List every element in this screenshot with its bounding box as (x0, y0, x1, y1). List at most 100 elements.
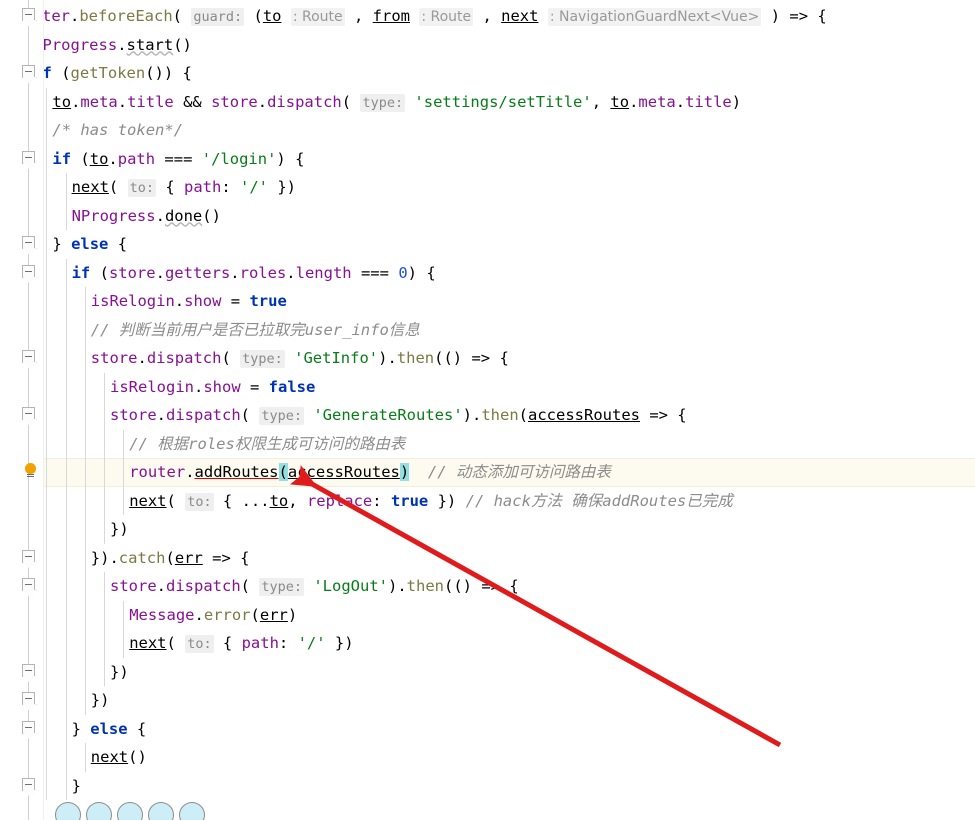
code-line[interactable]: isRelogin.show = true (91, 287, 287, 316)
fold-marker-icon[interactable] (22, 720, 35, 734)
code-token: err (259, 605, 288, 624)
code-line[interactable]: }).catch(err => { (91, 544, 250, 573)
code-line[interactable]: /* has token*/ (52, 116, 183, 145)
code-line[interactable]: }) (110, 515, 129, 544)
fold-marker-icon[interactable] (22, 663, 35, 677)
code-token: meta (80, 92, 118, 111)
code-token: '/login' (201, 149, 277, 168)
code-token: } (52, 235, 72, 253)
code-line[interactable]: NProgress.start() (33, 31, 192, 60)
fold-marker-icon[interactable] (22, 692, 35, 705)
code-token: (() => { (434, 349, 509, 367)
fold-minus-icon (25, 726, 32, 728)
code-token: then (481, 406, 519, 424)
code-line[interactable]: store.dispatch( type: 'LogOut').then(() … (110, 572, 519, 601)
code-token: path (241, 634, 279, 652)
code-line[interactable]: if (to.path === '/login') { (52, 145, 304, 174)
code-token: }) (90, 691, 110, 709)
code-token: dispatch (146, 349, 222, 367)
code-line[interactable]: } else { (52, 230, 127, 259)
code-token: // hack方法 确保addRoutes已完成 (465, 491, 733, 510)
code-token: . (117, 92, 128, 111)
code-text-layer[interactable]: router.beforeEach( guard: (to : Route , … (0, 0, 975, 820)
fold-marker-icon[interactable] (22, 407, 35, 420)
code-token: . (194, 605, 204, 624)
code-token: Message (129, 605, 195, 624)
code-token: }) (325, 634, 354, 652)
code-line[interactable]: router.addRoutes(accessRoutes) // 动态添加可访… (129, 458, 611, 487)
code-token: ). (462, 406, 482, 424)
code-token: // 根据roles权限生成可访问的路由表 (129, 434, 406, 453)
code-token: ( (166, 634, 176, 652)
code-token: meta (638, 92, 676, 111)
fold-marker-icon[interactable] (22, 236, 35, 249)
code-token: ( (166, 491, 176, 510)
code-editor[interactable]: router.beforeEach( guard: (to : Route , … (0, 0, 975, 820)
bulb-base (27, 476, 34, 477)
fold-marker-icon[interactable] (22, 8, 35, 21)
code-line[interactable]: next() (91, 743, 147, 772)
code-token: () (128, 748, 147, 766)
code-token: err (174, 548, 203, 567)
code-token: . (257, 92, 268, 111)
code-line[interactable]: } else { (72, 715, 147, 744)
code-token: to (89, 149, 109, 168)
code-token: // 判断当前用户是否已拉取完user_info信息 (90, 320, 420, 339)
code-token: }). (90, 548, 119, 567)
code-line[interactable]: Message.error(err) (129, 601, 297, 630)
code-token: ( (90, 263, 109, 282)
code-token: ). (388, 577, 407, 595)
code-line[interactable]: }) (110, 658, 129, 687)
code-line[interactable]: // 判断当前用户是否已拉取完user_info信息 (91, 316, 420, 345)
fold-marker-icon[interactable] (22, 578, 35, 591)
code-token: // 动态添加可访问路由表 (427, 463, 611, 481)
code-token: , (288, 491, 307, 510)
code-token: : Route (419, 8, 474, 26)
code-token: to: (185, 635, 214, 653)
code-line[interactable]: router.beforeEach( guard: (to : Route , … (14, 2, 827, 31)
fold-marker-icon[interactable] (22, 150, 35, 164)
code-line[interactable]: next( to: { path: '/' }) (72, 173, 296, 202)
code-token: '/' (297, 634, 326, 652)
code-line[interactable]: store.dispatch( type: 'GetInfo').then(()… (91, 344, 509, 373)
code-line[interactable]: }) (91, 686, 110, 715)
code-line[interactable]: NProgress.done() (72, 202, 221, 231)
code-line[interactable]: // 根据roles权限生成可访问的路由表 (129, 430, 405, 459)
code-token: 'settings/setTitle' (414, 92, 592, 111)
code-line[interactable]: isRelogin.show = false (110, 373, 315, 402)
fold-marker-icon[interactable] (22, 549, 35, 563)
code-token: ) { (407, 263, 436, 282)
code-line[interactable]: next( to: { ...to, replace: true }) // h… (129, 487, 733, 516)
code-token: = (240, 377, 269, 396)
code-token: ( (240, 577, 251, 595)
fold-marker-icon[interactable] (22, 777, 35, 791)
code-line[interactable]: to.meta.title && store.dispatch( type: '… (52, 88, 741, 117)
intention-bulb-icon[interactable] (24, 463, 38, 479)
fold-minus-icon (25, 555, 32, 557)
code-token: to (262, 7, 282, 25)
code-token: store (211, 92, 258, 111)
code-token: to: (127, 179, 156, 197)
code-token: to (52, 92, 72, 111)
code-line[interactable]: store.dispatch( type: 'GenerateRoutes').… (110, 401, 687, 430)
code-line[interactable]: if (store.getters.roles.length === 0) { (72, 259, 436, 288)
fold-marker-icon[interactable] (22, 350, 35, 363)
code-line[interactable]: } (72, 772, 81, 801)
fold-minus-icon (25, 270, 32, 272)
fold-marker-icon[interactable] (22, 264, 35, 278)
code-token: => { (202, 548, 250, 567)
code-token: ) (287, 605, 298, 624)
code-token: }) (428, 491, 457, 510)
code-line[interactable]: next( to: { path: '/' }) (129, 629, 354, 658)
code-token: if (52, 149, 72, 168)
fold-marker-icon[interactable] (22, 65, 35, 78)
code-token: ()) { (145, 64, 192, 82)
code-token: . (71, 92, 81, 111)
code-line[interactable]: if (getToken()) { (33, 59, 192, 88)
code-token: replace (306, 491, 373, 510)
code-token: type: (259, 407, 304, 425)
code-token: 'LogOut' (313, 577, 388, 595)
